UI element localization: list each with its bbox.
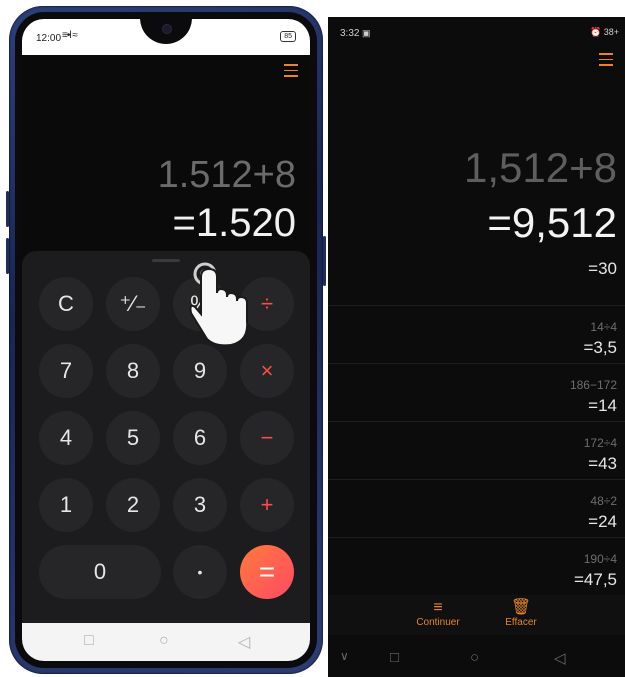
continue-icon: ≡ <box>433 599 443 616</box>
home-icon[interactable]: ○ <box>470 649 479 666</box>
history-item[interactable]: 190÷4 =47,5 <box>328 537 625 596</box>
volume-button <box>6 191 9 227</box>
key-7[interactable]: 7 <box>39 344 93 398</box>
history-result: =30 <box>588 259 617 278</box>
history-result: =14 <box>588 396 617 415</box>
key-0[interactable]: 0 <box>39 545 161 599</box>
result-display: =9,512 <box>487 199 617 246</box>
continue-label: Continuer <box>416 617 460 628</box>
alarm-battery-icon: ⏰ 38+ <box>590 27 619 37</box>
key-9[interactable]: 9 <box>173 344 227 398</box>
battery-icon: 85 <box>280 31 296 42</box>
history-item[interactable]: 172÷4 =43 <box>328 421 625 480</box>
expression-display: 1.512+8 <box>157 154 296 196</box>
history-expression: 48÷2 <box>590 494 617 508</box>
key-2[interactable]: 2 <box>106 478 160 532</box>
navigation-bar: □ ○ ◁ <box>22 623 310 661</box>
history-list: =30 14÷4 =3,5 186−172 =14 172÷4 =43 48÷2 =24 190÷… <box>328 247 625 595</box>
key-4[interactable]: 4 <box>39 411 93 465</box>
trash-icon: 🗑 <box>510 599 532 616</box>
expression-display: 1,512+8 <box>464 144 617 191</box>
key-5[interactable]: 5 <box>106 411 160 465</box>
history-item[interactable]: =30 <box>328 247 625 305</box>
power-button <box>323 236 326 286</box>
history-result: =24 <box>588 512 617 531</box>
history-item[interactable]: 186−172 =14 <box>328 363 625 422</box>
left-phone: 12:00 ≡•l ≈ 85 1.512+8 =1.520 C⁺⁄₋%÷789×… <box>6 6 326 674</box>
key-decimal[interactable]: • <box>173 545 227 599</box>
key-clear[interactable]: C <box>39 277 93 331</box>
key-3[interactable]: 3 <box>173 478 227 532</box>
key-sign[interactable]: ⁺⁄₋ <box>106 277 160 331</box>
history-actions: ≡ Continuer 🗑 Effacer <box>328 595 625 635</box>
chevron-down-icon[interactable]: ∨ <box>340 649 349 663</box>
history-result: =47,5 <box>573 570 617 589</box>
history-item[interactable]: 48÷2 =24 <box>328 479 625 538</box>
history-item[interactable]: 14÷4 =3,5 <box>328 305 625 364</box>
menu-icon[interactable] <box>599 53 613 66</box>
recent-apps-icon[interactable]: □ <box>84 632 94 650</box>
status-time: 3:32 <box>340 28 360 39</box>
clear-history-button[interactable]: 🗑 Effacer <box>491 599 551 628</box>
history-result: =43 <box>588 454 617 473</box>
history-result: =3,5 <box>583 338 617 357</box>
notification-icon: ▣ <box>362 28 371 38</box>
pointer-hand-icon <box>189 262 249 347</box>
status-bar: 3:32 ▣ ⏰ 38+ <box>328 17 625 45</box>
back-icon[interactable]: ◁ <box>554 649 566 667</box>
menu-icon[interactable] <box>284 64 298 77</box>
signal-wifi-icon: ≡•l ≈ <box>62 30 78 41</box>
key-multiply[interactable]: × <box>240 344 294 398</box>
recent-apps-icon[interactable]: □ <box>390 649 399 666</box>
drag-handle[interactable] <box>152 259 180 262</box>
key-1[interactable]: 1 <box>39 478 93 532</box>
key-8[interactable]: 8 <box>106 344 160 398</box>
home-icon[interactable]: ○ <box>159 632 169 650</box>
history-expression: 190÷4 <box>583 552 617 566</box>
key-equals[interactable]: = <box>240 545 294 599</box>
status-time: 12:00 <box>36 33 62 44</box>
keypad: C⁺⁄₋%÷789×456−123+0•= <box>22 251 310 623</box>
key-minus[interactable]: − <box>240 411 294 465</box>
left-screen: 12:00 ≡•l ≈ 85 1.512+8 =1.520 C⁺⁄₋%÷789×… <box>22 19 310 661</box>
history-expression: 186−172 <box>569 378 617 392</box>
volume-button <box>6 238 9 274</box>
camera-icon <box>162 24 172 34</box>
key-6[interactable]: 6 <box>173 411 227 465</box>
back-icon[interactable]: ◁ <box>238 632 250 652</box>
history-expression: 14÷4 <box>590 320 617 334</box>
right-screen: 3:32 ▣ ⏰ 38+ 1,512+8 =9,512 =30 14÷4 =3,5 1… <box>328 17 625 677</box>
clear-label: Effacer <box>505 617 537 628</box>
key-plus[interactable]: + <box>240 478 294 532</box>
result-display: =1.520 <box>172 201 296 245</box>
history-expression: 172÷4 <box>583 436 617 450</box>
navigation-bar: ∨ □ ○ ◁ <box>328 639 625 677</box>
continue-button[interactable]: ≡ Continuer <box>408 599 468 628</box>
